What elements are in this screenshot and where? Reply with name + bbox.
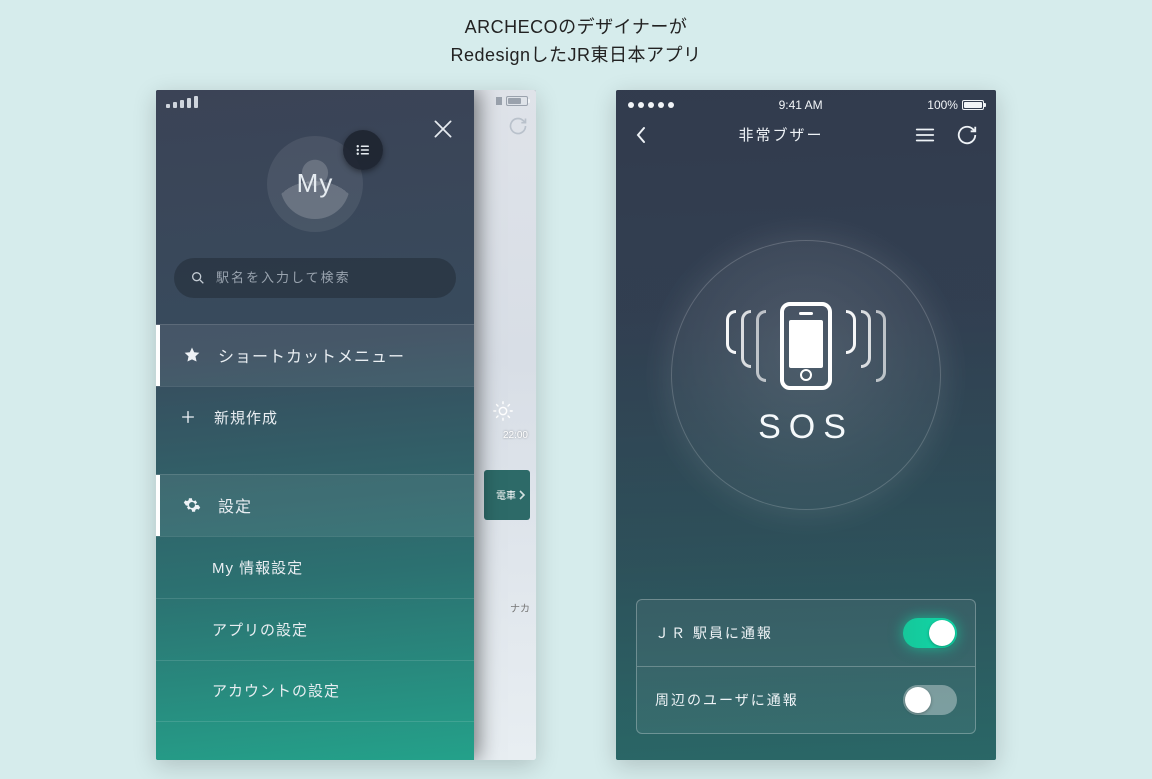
title-line-2: RedesignしたJR東日本アプリ [0,42,1152,70]
toggle-row-jr-staff: ＪＲ 駅員に通報 [637,600,975,666]
avatar-label: My [297,168,334,199]
phone-sos-screen: 9:41 AM 100% 非常ブザー [616,90,996,760]
phone-drawer-screen: 22:00 電車 ナカ My [156,90,536,760]
menu-item-my-info[interactable]: My 情報設定 [156,536,474,598]
page-title: ARCHECOのデザイナーが RedesignしたJR東日本アプリ [0,0,1152,70]
status-bar: 9:41 AM 100% [616,98,996,112]
toggle-label: ＪＲ 駅員に通報 [655,623,773,643]
nav-bar: 非常ブザー [616,124,996,146]
search-input[interactable] [216,270,440,285]
side-drawer: My ショートカットメニュー [156,90,474,760]
peek-train-chip[interactable]: 電車 [484,470,530,520]
menu-header-shortcut[interactable]: ショートカットメニュー [156,324,474,386]
menu-label: 新規作成 [214,407,278,428]
signal-dots-icon [628,102,674,108]
refresh-icon[interactable] [956,124,978,146]
sos-label: SOS [758,408,854,447]
title-line-1: ARCHECOのデザイナーが [0,14,1152,42]
gear-icon [182,496,202,514]
toggle-label: 周辺のユーザに通報 [655,690,799,710]
plus-icon [178,409,198,425]
list-icon [354,141,372,159]
menu-label: 設定 [218,493,252,517]
menu-label: My 情報設定 [212,557,303,578]
list-badge-button[interactable] [343,130,383,170]
toggle-switch-nearby-users[interactable] [903,685,957,715]
phone-alert-icon [726,302,886,390]
menu-item-app-settings[interactable]: アプリの設定 [156,598,474,660]
menu-label: アプリの設定 [212,619,308,640]
back-icon[interactable] [634,125,648,145]
search-input-wrap[interactable] [174,258,456,298]
toggle-list: ＪＲ 駅員に通報 周辺のユーザに通報 [636,599,976,734]
search-icon [190,270,206,286]
sos-button[interactable]: SOS [671,240,941,510]
underlying-screen-peek: 22:00 電車 ナカ [474,90,536,760]
menu-header-settings[interactable]: 設定 [156,474,474,536]
status-time: 9:41 AM [779,98,823,112]
sun-icon [492,400,514,422]
menu-item-account-settings[interactable]: アカウントの設定 [156,660,474,722]
nav-title: 非常ブザー [738,124,823,145]
menu-label: ショートカットメニュー [218,343,405,367]
battery-icon [495,96,528,106]
menu-icon[interactable] [914,126,936,144]
toggle-switch-jr-staff[interactable] [903,618,957,648]
battery-percent: 100% [927,98,958,112]
peek-caption: ナカ [510,600,530,615]
battery-indicator: 100% [927,98,984,112]
menu-label: アカウントの設定 [212,680,340,701]
star-icon [182,346,202,364]
refresh-icon[interactable] [508,116,528,136]
menu-item-new[interactable]: 新規作成 [156,386,474,448]
toggle-row-nearby-users: 周辺のユーザに通報 [637,666,975,733]
peek-time: 22:00 [503,430,528,441]
